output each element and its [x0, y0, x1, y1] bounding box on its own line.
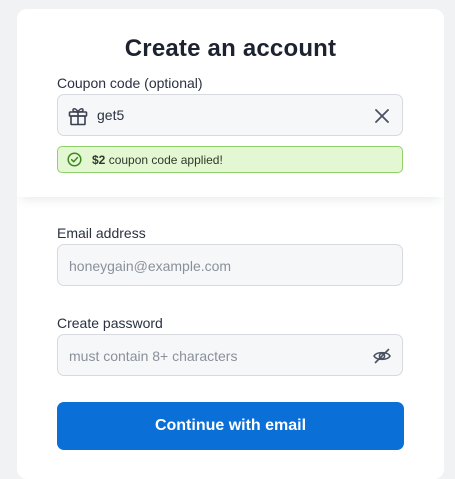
notice-text: $2 coupon code applied!	[92, 153, 223, 167]
coupon-value: get5	[97, 107, 125, 123]
coupon-field[interactable]: get5	[57, 94, 403, 136]
password-label: Create password	[57, 315, 163, 331]
close-icon[interactable]	[374, 108, 390, 124]
continue-with-email-button[interactable]: Continue with email	[57, 402, 404, 450]
coupon-section: Create an account Coupon code (optional)…	[17, 9, 444, 197]
notice-message: coupon code applied!	[105, 153, 223, 167]
email-field[interactable]: honeygain@example.com	[57, 244, 403, 286]
coupon-applied-notice: $2 coupon code applied!	[57, 146, 403, 173]
page-title: Create an account	[124, 35, 337, 62]
coupon-amount: $2	[92, 153, 106, 167]
check-circle-icon	[67, 152, 82, 167]
coupon-label: Coupon code (optional)	[57, 75, 203, 91]
signup-card: Create an account Coupon code (optional)…	[17, 9, 444, 479]
gift-icon	[68, 108, 88, 126]
password-placeholder: must contain 8+ characters	[69, 348, 238, 364]
email-label: Email address	[57, 225, 146, 241]
password-field[interactable]: must contain 8+ characters	[57, 334, 403, 376]
email-placeholder: honeygain@example.com	[69, 258, 232, 274]
eye-off-icon[interactable]	[372, 346, 392, 366]
